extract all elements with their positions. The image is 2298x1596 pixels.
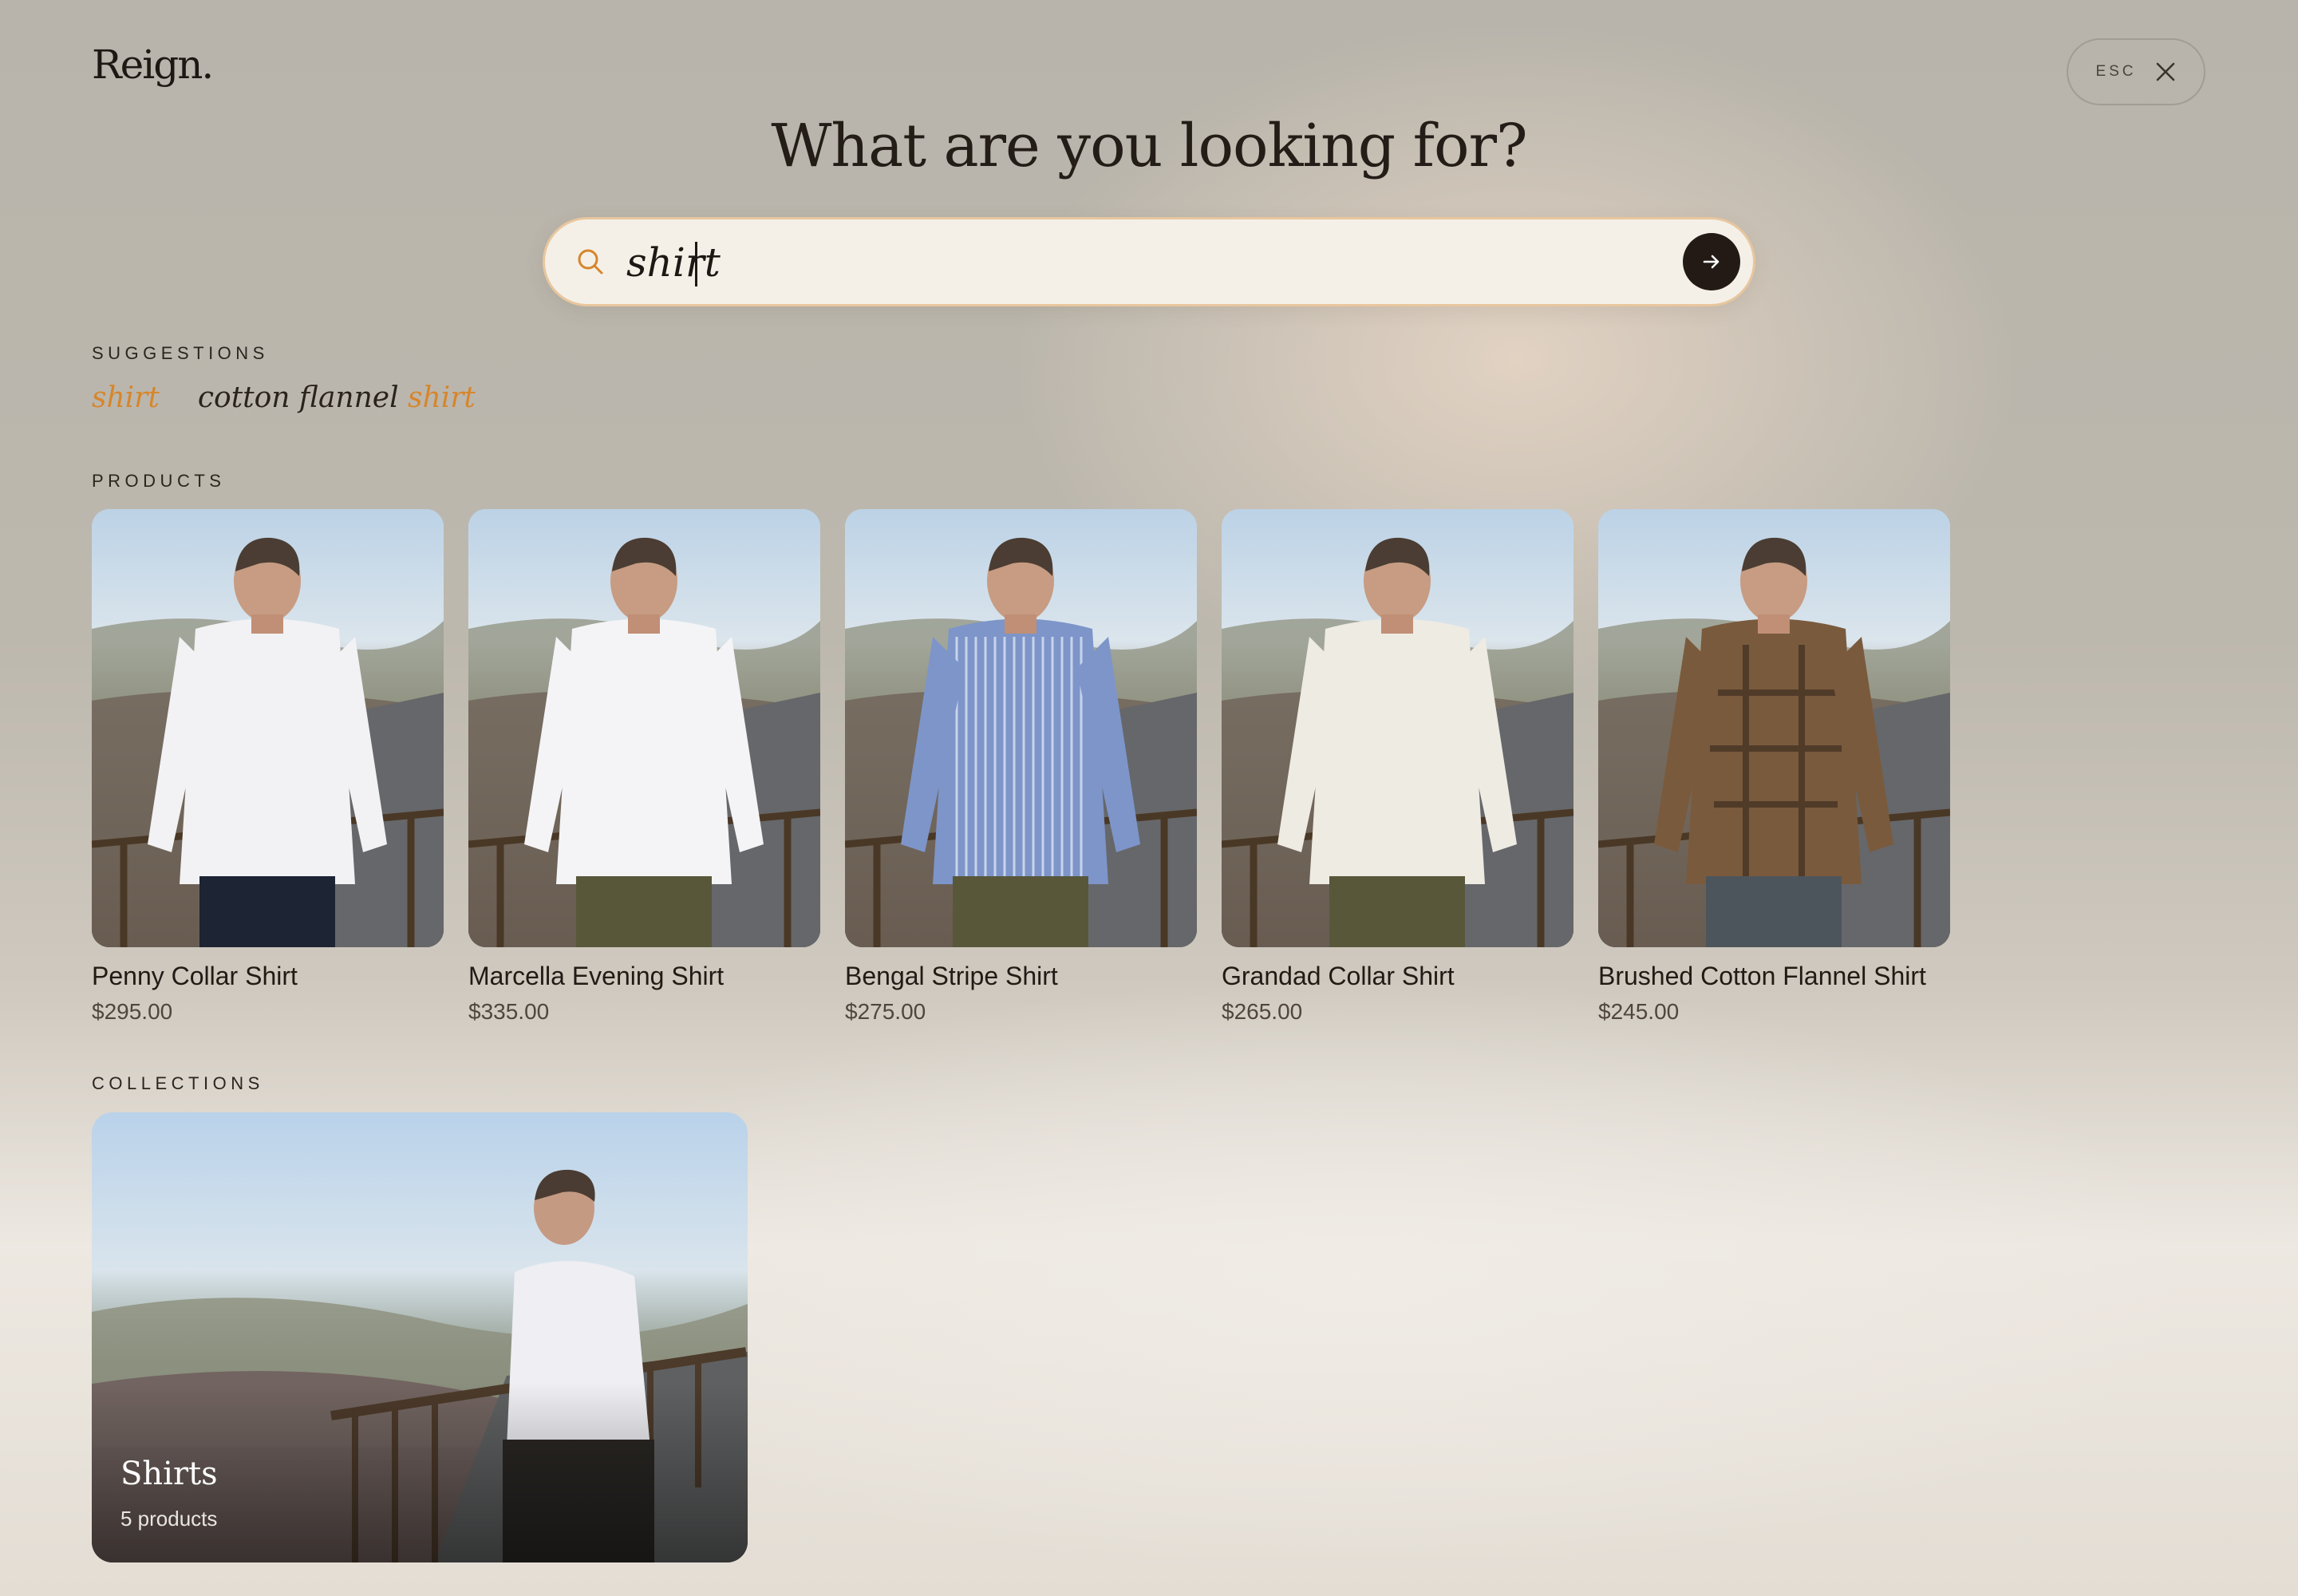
close-icon bbox=[2154, 61, 2177, 83]
brand-logo[interactable]: Reign. bbox=[92, 41, 214, 88]
product-price: $295.00 bbox=[92, 999, 173, 1024]
suggestions-heading: SUGGESTIONS bbox=[92, 343, 269, 363]
product-image bbox=[1222, 509, 1573, 947]
arrow-right-icon bbox=[1703, 255, 1720, 269]
collection-card-shirts[interactable]: Shirts 5 products bbox=[92, 1112, 748, 1562]
search-icon bbox=[575, 247, 606, 281]
product-name: Penny Collar Shirt bbox=[92, 962, 298, 990]
product-image bbox=[468, 509, 820, 947]
esc-label: ESC bbox=[2095, 63, 2137, 80]
search-input[interactable] bbox=[626, 231, 1632, 294]
collection-count: 5 products bbox=[120, 1507, 218, 1531]
product-price: $335.00 bbox=[468, 999, 550, 1024]
suggestions-list: shirt cotton flannel shirt bbox=[92, 381, 476, 414]
product-name: Brushed Cotton Flannel Shirt bbox=[1598, 962, 1926, 990]
product-price: $245.00 bbox=[1598, 999, 1680, 1024]
suggestion-match: shirt bbox=[92, 381, 160, 414]
collections-heading: COLLECTIONS bbox=[92, 1073, 264, 1093]
product-card[interactable]: Marcella Evening Shirt $335.00 bbox=[468, 509, 820, 1025]
product-card[interactable]: Grandad Collar Shirt $265.00 bbox=[1222, 509, 1573, 1025]
product-card[interactable]: Bengal Stripe Shirt $275.00 bbox=[845, 509, 1197, 1025]
text-caret bbox=[695, 242, 697, 286]
product-price: $275.00 bbox=[845, 999, 926, 1024]
suggestion-match: shirt bbox=[408, 381, 476, 414]
product-card[interactable]: Brushed Cotton Flannel Shirt $245.00 bbox=[1598, 509, 1950, 1025]
search-submit-button[interactable] bbox=[1683, 233, 1740, 290]
search-bar bbox=[543, 217, 1755, 306]
product-price: $265.00 bbox=[1222, 999, 1303, 1024]
collection-image bbox=[92, 1112, 748, 1562]
collection-title: Shirts bbox=[120, 1456, 218, 1492]
product-name: Bengal Stripe Shirt bbox=[845, 962, 1058, 990]
close-search-button[interactable]: ESC bbox=[2067, 38, 2205, 105]
page-title: What are you looking for? bbox=[771, 112, 1527, 180]
product-image bbox=[1598, 509, 1950, 947]
product-name: Marcella Evening Shirt bbox=[468, 962, 725, 990]
products-heading: PRODUCTS bbox=[92, 471, 226, 491]
product-name: Grandad Collar Shirt bbox=[1222, 962, 1455, 990]
suggestion-prefix: cotton flannel bbox=[197, 381, 409, 414]
product-card[interactable]: Penny Collar Shirt $295.00 bbox=[92, 509, 444, 1025]
suggestion-item[interactable]: cotton flannel shirt bbox=[198, 381, 476, 414]
products-grid: Penny Collar Shirt $295.00 Marcella Eveni… bbox=[92, 509, 1950, 1025]
product-image bbox=[845, 509, 1197, 947]
product-image bbox=[92, 509, 444, 947]
suggestion-item[interactable]: shirt bbox=[92, 381, 160, 414]
